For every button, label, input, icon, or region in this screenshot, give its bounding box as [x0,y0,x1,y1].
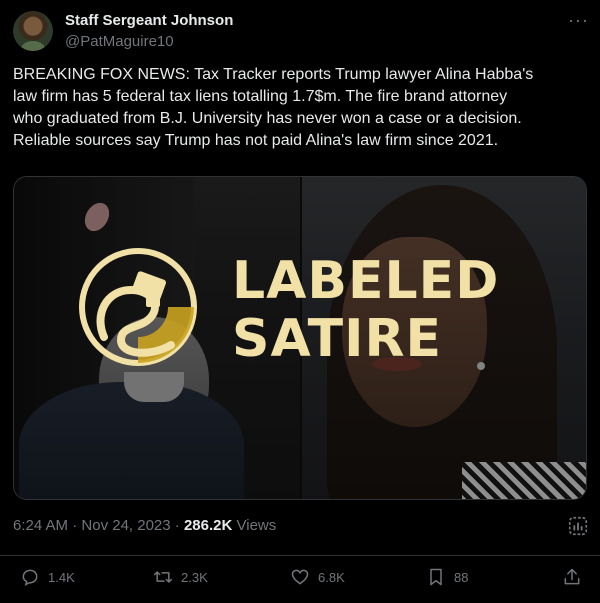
satire-label-line1: LABELED [232,251,500,311]
tweet-text: BREAKING FOX NEWS: Tax Tracker reports T… [13,66,534,149]
reply-icon [22,569,38,586]
tweet-meta: 6:24 AM · Nov 24, 2023 · 286.2K Views [13,517,277,534]
share-icon [564,568,580,585]
repost-icon [153,571,173,583]
heart-icon [291,569,309,585]
satire-label-line2: SATIRE [232,309,443,369]
like-count: 6.8K [318,569,345,585]
share-button[interactable] [562,567,582,587]
bookmark-count: 88 [454,569,469,585]
more-icon[interactable]: ··· [568,10,589,31]
author-handle[interactable]: @PatMaguire10 [65,33,174,50]
action-bar: 1.4K 2.3K 6.8K 88 [0,563,600,595]
tweet-date[interactable]: Nov 24, 2023 [81,517,170,534]
tweet-time[interactable]: 6:24 AM [13,517,68,534]
satire-label: LABELED SATIRE [232,252,552,368]
repost-count: 2.3K [181,569,208,585]
like-button[interactable]: 6.8K [290,567,345,587]
analytics-icon[interactable] [567,515,589,537]
reply-count: 1.4K [48,569,75,585]
tweet-media[interactable]: LABELED SATIRE [13,176,587,500]
avatar[interactable] [13,11,53,51]
bookmark-icon [430,568,442,586]
views-count: 286.2K [183,517,233,534]
bookmark-button[interactable]: 88 [426,567,468,587]
repost-button[interactable]: 2.3K [153,567,208,587]
author-name[interactable]: Staff Sergeant Johnson [65,12,233,29]
reply-button[interactable]: 1.4K [20,567,75,587]
views-label: Views [236,517,277,534]
satire-logo-icon [79,248,197,366]
